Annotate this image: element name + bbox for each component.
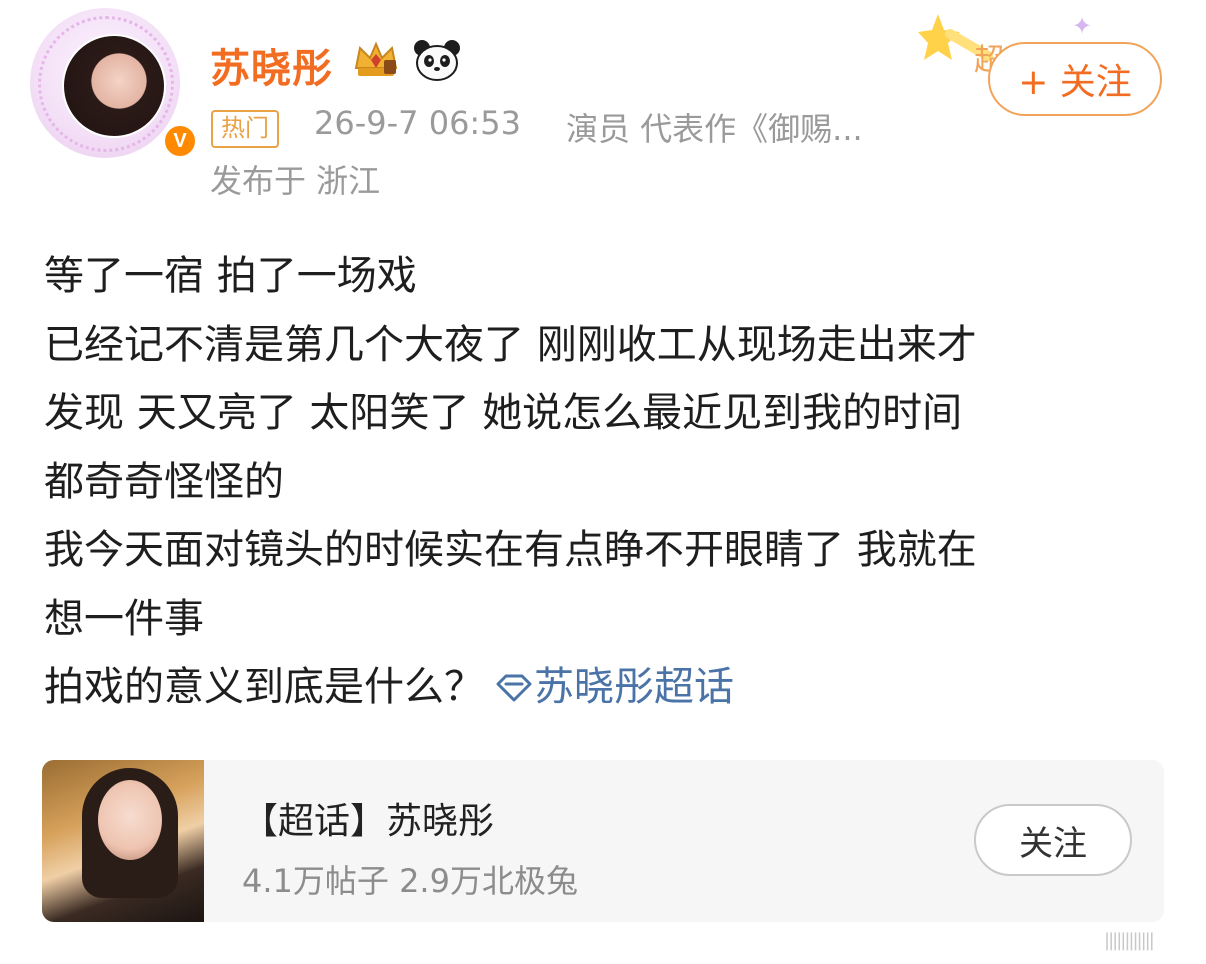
cover-face: [98, 780, 162, 860]
supertopic-title: 【超话】苏晓彤: [242, 801, 495, 842]
supertopic-follow-button[interactable]: 关注: [974, 804, 1132, 876]
hot-badge: 热门: [211, 110, 279, 148]
supertopic-cover-image: [42, 760, 204, 922]
supertopic-stats: 4.1万帖子 2.9万北极兔: [242, 862, 578, 900]
author-name[interactable]: 苏晓彤: [210, 36, 333, 94]
post-text-line: 等了一宿 拍了一场戏: [44, 253, 417, 299]
avatar[interactable]: V: [30, 8, 198, 159]
follow-button[interactable]: + 关注: [988, 42, 1162, 116]
supertopic-diamond-icon: [496, 674, 532, 702]
author-description: 演员 代表作《御赐...: [566, 110, 863, 148]
post-text-line: 都奇奇怪怪的: [44, 458, 284, 505]
post-content: 等了一宿 拍了一场戏 已经记不清是第几个大夜了 刚刚收工从现场走出来才 发现 天…: [44, 242, 1184, 722]
supertopic-card[interactable]: 【超话】苏晓彤 4.1万帖子 2.9万北极兔 关注: [42, 760, 1164, 922]
panda-icon: [414, 40, 460, 81]
edge-marks: ||||||||||||: [1104, 930, 1155, 951]
post-question-text: 拍戏的意义到底是什么？: [44, 664, 484, 710]
post-text-line-last: 拍戏的意义到底是什么？ 苏晓彤超话: [44, 653, 1184, 722]
avatar-photo[interactable]: [62, 34, 166, 138]
sparkle-icon: ✦: [1072, 12, 1093, 40]
verified-badge-icon: V: [162, 123, 198, 159]
post-location: 发布于 浙江: [210, 162, 381, 200]
post-text-line: 发现 天又亮了 太阳笑了 她说怎么最近见到我的时间: [44, 390, 963, 436]
crown-icon: [354, 41, 398, 76]
post-text-line: 我今天面对镜头的时候实在有点睁不开眼睛了 我就在: [44, 527, 977, 573]
post-text-line: 想一件事: [44, 595, 204, 642]
supertopic-link[interactable]: 苏晓彤超话: [534, 664, 734, 710]
post-timestamp: 26-9-7 06:53: [314, 104, 521, 142]
post-header: V 苏晓彤 热门 26-9-7 06:53 演员 代表作《御赐... 发布于 浙…: [0, 0, 1206, 220]
post-text-line: 已经记不清是第几个大夜了 刚刚收工从现场走出来才: [44, 321, 977, 368]
